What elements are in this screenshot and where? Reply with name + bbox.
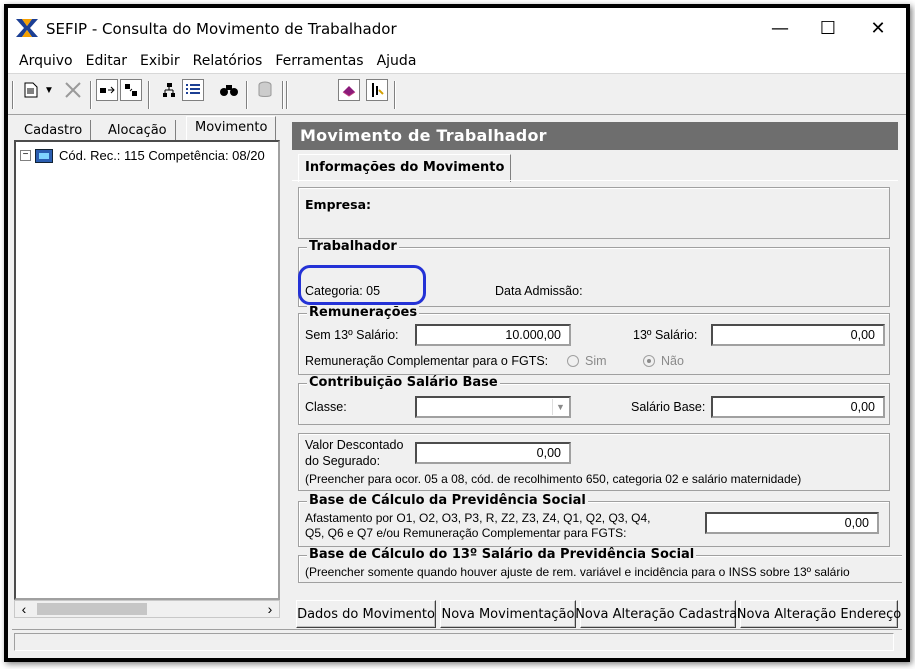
radio-sim-label: Sim: [585, 354, 607, 368]
classe-select[interactable]: ▼: [415, 396, 571, 418]
base-13-title: Base de Cálculo do 13º Salário da Previd…: [307, 547, 697, 562]
toolbar: ▼: [8, 75, 906, 115]
toolbar-separator: [246, 81, 248, 109]
remuneracoes-title: Remunerações: [307, 305, 420, 320]
dropdown-arrow-icon[interactable]: ▼: [42, 79, 56, 101]
nova-alteracao-cadastral-button[interactable]: Nova Alteração Cadastral: [575, 600, 741, 628]
binoculars-icon[interactable]: [218, 79, 240, 101]
data-admissao-label: Data Admissão:: [495, 284, 583, 298]
valor-descontado-group: Valor Descontado do Segurado: 0,00 (Pree…: [298, 433, 890, 491]
menu-relatorios[interactable]: Relatórios: [188, 53, 271, 69]
minimize-button[interactable]: —: [758, 12, 802, 44]
s13-field[interactable]: 0,00: [711, 324, 885, 346]
close-button[interactable]: ✕: [856, 12, 900, 44]
trabalhador-title: Trabalhador: [307, 239, 399, 254]
remuneracoes-group: Remunerações Sem 13º Salário: 10.000,00 …: [298, 305, 890, 375]
sem13-label: Sem 13º Salário:: [305, 328, 399, 342]
transfer-icon[interactable]: [120, 79, 142, 101]
book-icon[interactable]: [338, 79, 360, 101]
complementar-fgts-label: Remuneração Complementar para o FGTS:: [305, 354, 549, 368]
database-icon[interactable]: [254, 79, 276, 101]
scroll-left-icon[interactable]: ‹: [15, 601, 33, 617]
base-previdencia-title: Base de Cálculo da Previdência Social: [307, 493, 588, 508]
salario-base-field[interactable]: 0,00: [711, 396, 885, 418]
afastamento-label: Afastamento por O1, O2, O3, P3, R, Z2, Z…: [305, 511, 651, 525]
menu-arquivo[interactable]: Arquivo: [14, 53, 81, 69]
chevron-down-icon[interactable]: ▼: [552, 399, 568, 415]
dados-movimento-button[interactable]: Dados do Movimento: [296, 600, 436, 628]
sem13-field[interactable]: 10.000,00: [415, 324, 571, 346]
horizontal-scrollbar[interactable]: ‹ ›: [14, 600, 280, 618]
move-icon[interactable]: [96, 79, 118, 101]
radio-sim[interactable]: Sim: [567, 354, 607, 368]
afastamento-label-2: Q5, Q6 e Q7 e/ou Remuneração Complementa…: [305, 526, 627, 540]
tab-alocacao[interactable]: Alocação: [100, 120, 176, 142]
menu-ajuda[interactable]: Ajuda: [372, 53, 425, 69]
sefip-logo-icon: [16, 19, 38, 37]
menu-editar[interactable]: Editar: [81, 53, 135, 69]
toolbar-separator: [394, 81, 396, 109]
valor-descontado-field[interactable]: 0,00: [415, 442, 571, 464]
base-previdencia-group: Base de Cálculo da Previdência Social Af…: [298, 493, 890, 547]
nova-movimentacao-button[interactable]: Nova Movimentação: [440, 600, 576, 628]
nova-alteracao-endereco-button[interactable]: Nova Alteração Endereço: [737, 600, 901, 628]
collapse-icon[interactable]: −: [20, 150, 31, 161]
status-cell: [14, 633, 894, 651]
delete-icon[interactable]: [62, 79, 84, 101]
categoria-highlight: [298, 265, 426, 305]
panel-title: Movimento de Trabalhador: [292, 122, 898, 150]
empresa-label: Empresa:: [305, 197, 372, 212]
toolbar-separator: [90, 81, 92, 109]
empresa-group: Empresa:: [298, 187, 890, 239]
toolbar-separator: [12, 81, 14, 109]
base-13-group: Base de Cálculo do 13º Salário da Previd…: [298, 547, 902, 583]
movement-tree[interactable]: − Cód. Rec.: 115 Competência: 08/20: [14, 140, 280, 600]
window-title: SEFIP - Consulta do Movimento de Trabalh…: [46, 20, 397, 38]
toolbar-separator: [282, 81, 284, 109]
tab-movimento[interactable]: Movimento: [186, 116, 277, 142]
status-bar: [12, 629, 902, 653]
salario-base-label: Salário Base:: [631, 400, 706, 414]
valor-descontado-label: Valor Descontado: [305, 438, 404, 452]
contribuicao-title: Contribuição Salário Base: [307, 375, 500, 390]
scrollbar-thumb[interactable]: [37, 603, 147, 615]
register-icon: [35, 148, 53, 163]
left-tabs: Cadastro Alocação Movimento: [14, 116, 280, 142]
radio-nao[interactable]: Não: [643, 354, 684, 368]
scroll-right-icon[interactable]: ›: [261, 601, 279, 617]
radio-sim-icon: [567, 355, 579, 367]
base-previdencia-field[interactable]: 0,00: [705, 512, 879, 534]
toolbar-separator: [148, 81, 150, 109]
tree-node-label: Cód. Rec.: 115 Competência: 08/20: [59, 148, 265, 163]
tab-body: Empresa: Trabalhador Categoria: 05 Data …: [292, 180, 902, 600]
maximize-button[interactable]: ☐: [806, 12, 850, 44]
radio-nao-label: Não: [661, 354, 684, 368]
do-segurado-label: do Segurado:: [305, 454, 381, 468]
tree-node[interactable]: − Cód. Rec.: 115 Competência: 08/20: [20, 148, 265, 163]
hierarchy-icon[interactable]: [158, 79, 180, 101]
menu-exibir[interactable]: Exibir: [135, 53, 188, 69]
classe-label: Classe:: [305, 400, 347, 414]
menu-bar: Arquivo Editar Exibir Relatórios Ferrame…: [8, 48, 906, 74]
radio-nao-icon: [643, 355, 655, 367]
contribuicao-group: Contribuição Salário Base Classe: ▼ Salá…: [298, 375, 890, 425]
new-document-icon[interactable]: [20, 79, 42, 101]
exit-icon[interactable]: [366, 79, 388, 101]
tab-cadastro[interactable]: Cadastro: [16, 120, 92, 142]
toolbar-separator: [286, 81, 288, 109]
list-icon[interactable]: [182, 79, 204, 101]
movement-panel: Movimento de Trabalhador Informações do …: [290, 116, 902, 628]
title-bar: SEFIP - Consulta do Movimento de Trabalh…: [8, 8, 906, 48]
tab-informacoes-movimento[interactable]: Informações do Movimento: [298, 154, 512, 182]
base-13-note: (Preencher somente quando houver ajuste …: [305, 565, 850, 579]
s13-label: 13º Salário:: [633, 328, 698, 342]
sefip-window: SEFIP - Consulta do Movimento de Trabalh…: [4, 4, 910, 662]
valor-descontado-note: (Preencher para ocor. 05 a 08, cód. de r…: [305, 472, 802, 486]
menu-ferramentas[interactable]: Ferramentas: [270, 53, 371, 69]
